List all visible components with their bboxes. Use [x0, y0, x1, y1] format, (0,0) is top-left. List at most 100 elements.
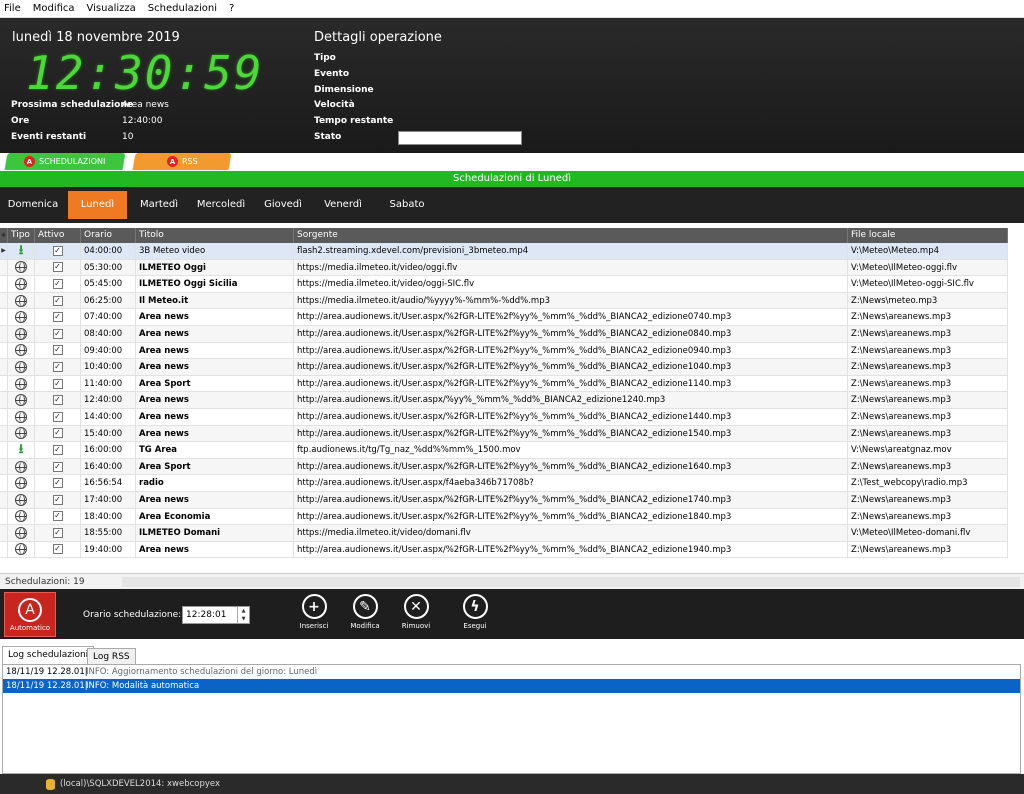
day-giovedi[interactable]: Giovedì — [258, 191, 308, 219]
modifica-label: Modifica — [350, 622, 380, 630]
attivo-checkbox[interactable]: ✓ — [52, 444, 63, 455]
attivo-checkbox[interactable]: ✓ — [52, 544, 63, 555]
cell-attivo: ✓ — [35, 525, 81, 541]
attivo-checkbox[interactable]: ✓ — [52, 494, 63, 505]
col-tipo[interactable]: Tipo — [8, 228, 35, 243]
row-marker — [0, 359, 8, 375]
attivo-checkbox[interactable]: ✓ — [52, 328, 63, 339]
table-row[interactable]: ▶ ⭳ ✓ 04:00:00 3B Meteo video flash2.streamin… — [0, 243, 1008, 260]
col-titolo[interactable]: Titolo — [136, 228, 294, 243]
tab-log-rss[interactable]: Log RSS — [87, 648, 136, 664]
table-row[interactable]: ✓ 16:40:00 Area Sport http://area.audionews… — [0, 458, 1008, 476]
lightning-icon: ϟ — [462, 594, 488, 619]
attivo-checkbox[interactable]: ✓ — [52, 428, 63, 439]
table-row[interactable]: ✓ 16:56:54 radio http://area.audionews.it/U… — [0, 475, 1008, 492]
attivo-checkbox[interactable]: ✓ — [52, 361, 63, 372]
cell-sorgente: ftp.audionews.it/tg/Tg_naz_%dd%%mm%_1500… — [294, 442, 848, 458]
attivo-checkbox[interactable]: ✓ — [52, 395, 63, 406]
menu-modifica[interactable]: Modifica — [33, 3, 75, 14]
orario-input[interactable]: 12:28:01 ▲ ▼ — [182, 606, 250, 624]
table-row[interactable]: ✓ 11:40:00 Area Sport http://area.audionews… — [0, 375, 1008, 393]
cell-titolo: Il Meteo.it — [136, 292, 294, 309]
table-row[interactable]: ✓ 12:40:00 Area news http://area.audionews.… — [0, 392, 1008, 409]
log-time: 18/11/19 12.28.01| — [6, 681, 88, 691]
cell-titolo: Area news — [136, 342, 294, 359]
attivo-checkbox[interactable]: ✓ — [52, 411, 63, 422]
col-sorgente[interactable]: Sorgente — [294, 228, 848, 243]
table-row[interactable]: ✓ 10:40:00 Area news http://area.audionews.… — [0, 359, 1008, 376]
globe-icon — [15, 394, 27, 407]
table-row[interactable]: ✓ 06:25:00 Il Meteo.it https://media.ilmete… — [0, 292, 1008, 310]
cell-attivo: ✓ — [35, 309, 81, 325]
table-row[interactable]: ✓ 18:55:00 ILMETEO Domani https://media.ilm… — [0, 525, 1008, 542]
prossima-label: Prossima schedulazione — [11, 100, 133, 110]
col-file-locale[interactable]: File locale — [848, 228, 1008, 243]
rimuovi-button[interactable]: ✕ Rimuovi — [396, 594, 436, 630]
automatico-button[interactable]: A Automatico — [4, 592, 56, 637]
tab-rss[interactable]: A RSS — [132, 153, 232, 170]
tab-log-schedulazioni[interactable]: Log schedulazioni — [2, 646, 95, 664]
attivo-checkbox[interactable]: ✓ — [52, 461, 63, 472]
attivo-checkbox[interactable]: ✓ — [52, 378, 63, 389]
log-line-selected[interactable]: 18/11/19 12.28.01|INFO: Modalità automat… — [3, 679, 1020, 693]
menu-schedulazioni[interactable]: Schedulazioni — [148, 3, 217, 14]
orario-spinner[interactable]: ▲ ▼ — [237, 607, 249, 623]
table-row[interactable]: ✓ 15:40:00 Area news http://area.audionews.… — [0, 425, 1008, 443]
globe-icon — [15, 344, 27, 357]
cell-file-locale: Z:\News\areanews.mp3 — [848, 342, 1008, 359]
day-venerdi[interactable]: Venerdì — [318, 191, 368, 219]
table-row[interactable]: ✓ 07:40:00 Area news http://area.audionews.… — [0, 309, 1008, 326]
attivo-checkbox[interactable]: ✓ — [52, 312, 63, 323]
day-sabato[interactable]: Sabato — [382, 191, 432, 219]
table-row[interactable]: ✓ 19:40:00 Area news http://area.audionews.… — [0, 541, 1008, 559]
cell-sorgente: https://media.ilmeteo.it/video/oggi-SIC.… — [294, 276, 848, 292]
esegui-button[interactable]: ϟ Esegui — [455, 594, 495, 630]
attivo-checkbox[interactable]: ✓ — [52, 345, 63, 356]
table-row[interactable]: ⭳ ✓ 16:00:00 TG Area ftp.audionews.it/tg/Tg_… — [0, 442, 1008, 459]
attivo-checkbox[interactable]: ✓ — [52, 527, 63, 538]
a-badge-icon: A — [24, 156, 36, 167]
attivo-checkbox[interactable]: ✓ — [52, 278, 63, 289]
rimuovi-label: Rimuovi — [401, 622, 431, 630]
globe-icon — [15, 460, 27, 473]
table-row[interactable]: ✓ 14:40:00 Area news http://area.audionews.… — [0, 408, 1008, 426]
cell-orario: 17:40:00 — [81, 491, 136, 508]
table-row[interactable]: ✓ 05:30:00 ILMETEO Oggi https://media.ilmet… — [0, 259, 1008, 277]
dettagli-title: Dettagli operazione — [314, 30, 442, 45]
table-row[interactable]: ✓ 18:40:00 Area Economia http://area.audion… — [0, 508, 1008, 526]
day-lunedi[interactable]: Lunedì — [68, 191, 127, 219]
table-row[interactable]: ✓ 08:40:00 Area news http://area.audionews.… — [0, 325, 1008, 343]
cell-tipo — [8, 408, 35, 425]
table-row[interactable]: ✓ 09:40:00 Area news http://area.audionews.… — [0, 342, 1008, 360]
inserisci-button[interactable]: + Inserisci — [294, 594, 334, 630]
attivo-checkbox[interactable]: ✓ — [52, 262, 63, 273]
table-row[interactable]: ✓ 05:45:00 ILMETEO Oggi Sicilia https://med… — [0, 276, 1008, 293]
cell-tipo — [8, 375, 35, 392]
modifica-button[interactable]: ✎ Modifica — [345, 594, 385, 630]
horizontal-scrollbar[interactable] — [122, 577, 1020, 587]
table-row[interactable]: ✓ 17:40:00 Area news http://area.audionews.… — [0, 491, 1008, 509]
log-line[interactable]: 18/11/19 12.28.01|INFO: Aggiornamento sc… — [3, 665, 1020, 679]
cell-orario: 14:40:00 — [81, 408, 136, 425]
ore-value: 12:40:00 — [122, 116, 163, 126]
attivo-checkbox[interactable]: ✓ — [52, 478, 63, 489]
attivo-checkbox[interactable]: ✓ — [52, 245, 63, 256]
col-attivo[interactable]: Attivo — [35, 228, 81, 243]
cell-titolo: TG Area — [136, 442, 294, 458]
menu-help[interactable]: ? — [229, 3, 234, 14]
tab-schedulazioni[interactable]: A SCHEDULAZIONI — [4, 153, 126, 170]
day-domenica[interactable]: Domenica — [4, 191, 62, 219]
day-mercoledi[interactable]: Mercoledì — [192, 191, 250, 219]
day-martedi[interactable]: Martedì — [132, 191, 186, 219]
cell-sorgente: http://area.audionews.it/User.aspx/%2fGR… — [294, 325, 848, 342]
col-orario[interactable]: Orario — [81, 228, 136, 243]
row-marker — [0, 425, 8, 442]
cell-tipo — [8, 392, 35, 408]
globe-icon — [15, 510, 27, 523]
menu-file[interactable]: File — [4, 3, 21, 14]
cell-orario: 16:40:00 — [81, 458, 136, 475]
attivo-checkbox[interactable]: ✓ — [52, 511, 63, 522]
attivo-checkbox[interactable]: ✓ — [52, 295, 63, 306]
menu-visualizza[interactable]: Visualizza — [87, 3, 136, 14]
cell-file-locale: Z:\News\areanews.mp3 — [848, 325, 1008, 342]
